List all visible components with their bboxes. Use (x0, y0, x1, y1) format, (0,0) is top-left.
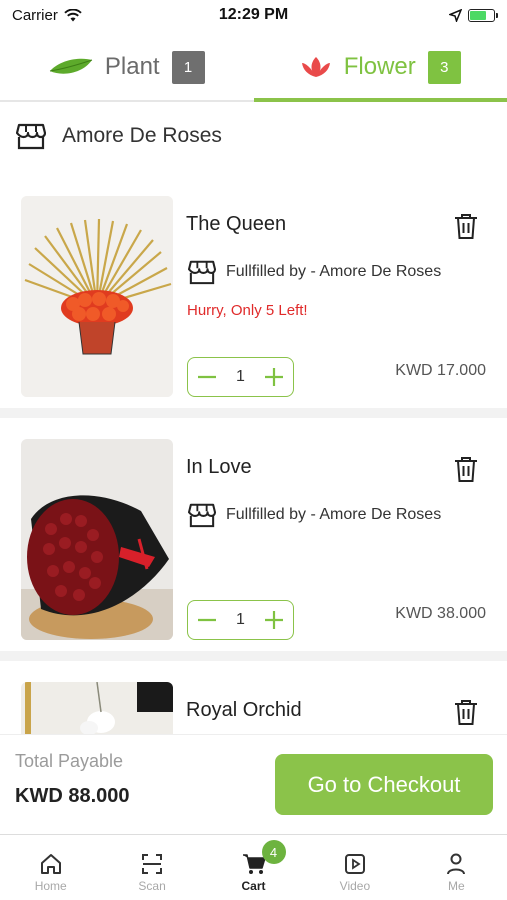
total-value: KWD 88.000 (15, 785, 130, 807)
plus-icon[interactable] (263, 609, 285, 631)
checkout-button[interactable]: Go to Checkout (275, 754, 493, 815)
clock: 12:29 PM (218, 6, 289, 23)
location-arrow-icon (449, 8, 462, 22)
item-title: Royal Orchid (186, 699, 302, 721)
cart-item: Royal Orchid (0, 682, 507, 734)
battery-icon (468, 8, 498, 22)
trash-icon[interactable] (453, 212, 479, 240)
nav-me[interactable]: Me (406, 835, 507, 900)
stock-warning: Hurry, Only 5 Left! (187, 302, 308, 319)
vendor-label: Fullfilled by - Amore De Roses (226, 506, 442, 523)
checkout-bar: Total Payable KWD 88.000 Go to Checkout (0, 734, 507, 834)
store-icon (188, 503, 216, 528)
minus-icon[interactable] (196, 609, 218, 631)
nav-scan[interactable]: Scan (101, 835, 202, 900)
leaf-icon (49, 58, 93, 74)
cart-item: In Love Fullfilled by - Amore De Roses 1… (0, 439, 507, 671)
cart-item: The Queen Fullfilled by - Amore De Roses… (0, 196, 507, 428)
tab-plant-count: 1 (171, 50, 205, 84)
divider (0, 408, 507, 418)
video-icon (344, 854, 365, 874)
total-label: Total Payable (15, 751, 124, 771)
minus-icon[interactable] (196, 366, 218, 388)
quantity-stepper: 1 (187, 357, 294, 397)
trash-icon[interactable] (453, 455, 479, 483)
item-price: KWD 17.000 (395, 362, 486, 379)
store-name: Amore De Roses (62, 124, 222, 147)
carrier-label: Carrier (12, 6, 58, 24)
quantity-stepper: 1 (187, 600, 294, 640)
status-bar: Carrier 12:29 PM (0, 0, 507, 30)
product-image[interactable] (21, 196, 173, 397)
nav-home-label: Home (34, 879, 67, 893)
item-title: The Queen (186, 213, 287, 235)
plus-icon[interactable] (263, 366, 285, 388)
item-vendor: Fullfilled by - Amore De Roses (188, 502, 441, 528)
divider (0, 651, 507, 661)
tab-plant-label: Plant (104, 53, 160, 80)
nav-cart-label: Cart (241, 879, 266, 893)
cart-badge: 4 (261, 840, 286, 864)
item-price: KWD 38.000 (395, 605, 486, 622)
nav-cart[interactable]: 4 Cart (203, 835, 304, 900)
scan-icon (142, 854, 163, 874)
product-image[interactable] (21, 682, 173, 734)
quantity-value: 1 (236, 611, 245, 628)
store-icon (188, 260, 216, 285)
quantity-value: 1 (236, 368, 245, 385)
person-icon (447, 853, 466, 875)
category-tabs: Plant 1 Flower 3 (0, 34, 507, 102)
wifi-icon (64, 8, 82, 21)
vendor-label: Fullfilled by - Amore De Roses (226, 263, 442, 280)
item-vendor: Fullfilled by - Amore De Roses (188, 259, 441, 285)
store-icon (16, 123, 46, 150)
nav-home[interactable]: Home (0, 835, 101, 900)
home-icon (40, 854, 61, 874)
tab-plant[interactable]: Plant 1 (0, 34, 254, 100)
nav-video-label: Video (339, 879, 371, 893)
nav-video[interactable]: Video (304, 835, 405, 900)
lotus-icon (301, 57, 330, 77)
trash-icon[interactable] (453, 698, 479, 726)
nav-scan-label: Scan (138, 879, 166, 893)
store-heading: Amore De Roses (16, 122, 222, 150)
product-image[interactable] (21, 439, 173, 640)
bottom-nav: Home Scan 4 Cart Video Me (0, 834, 507, 900)
tab-flower-label: Flower (343, 53, 416, 80)
item-title: In Love (186, 456, 252, 478)
tab-flower[interactable]: Flower 3 (253, 34, 507, 102)
nav-me-label: Me (447, 879, 465, 893)
tab-flower-count: 3 (427, 50, 461, 84)
